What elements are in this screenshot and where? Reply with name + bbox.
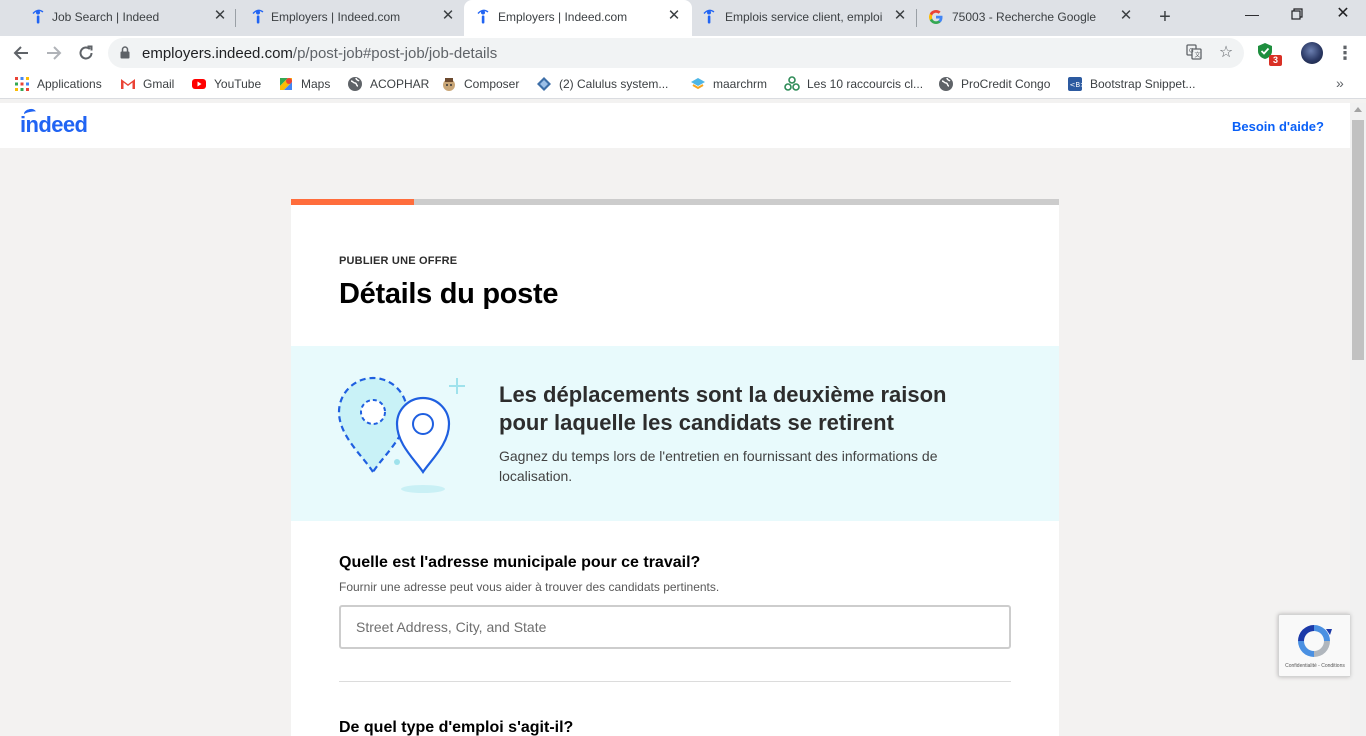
tab-title: Job Search | Indeed — [52, 10, 160, 24]
tab-title: Employers | Indeed.com — [271, 10, 401, 24]
help-link[interactable]: Besoin d'aide? — [1232, 119, 1324, 134]
url-path: /p/post-job#post-job/job-details — [292, 45, 498, 62]
bookmark-label: ProCredit Congo — [961, 77, 1051, 91]
minimize-icon[interactable]: — — [1242, 4, 1262, 24]
section-divider — [339, 681, 1011, 682]
bookmark-maps[interactable]: Maps — [278, 75, 330, 93]
svg-text:<B>: <B> — [1070, 81, 1084, 89]
new-tab-button[interactable]: + — [1154, 7, 1176, 29]
bookmark-acophar[interactable]: ACOPHAR — [347, 75, 429, 93]
close-window-icon[interactable]: ✕ — [1333, 4, 1353, 24]
tab-title: Emplois service client, emploi | — [725, 10, 885, 24]
bookmark-label: ACOPHAR — [370, 77, 430, 91]
bootstrap-icon: <B> — [1068, 77, 1084, 91]
bookmark-label: Gmail — [143, 77, 175, 91]
composer-icon — [443, 78, 455, 91]
banner-heading: Les déplacements sont la deuxième raison… — [499, 382, 947, 435]
indeed-favicon-icon — [477, 9, 489, 24]
bookmark-label: (2) Calulus system... — [559, 77, 669, 91]
recaptcha-badge[interactable]: Confidentialité - Conditions — [1278, 614, 1350, 677]
url-text: employers.indeed.com/p/post-job#post-job… — [142, 45, 497, 62]
profile-avatar[interactable] — [1301, 42, 1323, 64]
google-favicon-icon — [929, 10, 943, 24]
bookmark-applications[interactable]: Applications — [14, 75, 102, 93]
recaptcha-icon — [1298, 625, 1332, 657]
shortcuts-icon — [784, 76, 800, 91]
bookmarks-overflow-icon[interactable]: » — [1336, 75, 1344, 91]
bookmark-procredit[interactable]: ProCredit Congo — [938, 75, 1050, 93]
bookmark-label: YouTube — [214, 77, 262, 91]
bookmark-label: maarchrm — [713, 77, 768, 91]
close-icon[interactable]: ✕ — [440, 8, 456, 24]
indeed-favicon-icon — [703, 9, 715, 24]
bookmark-star-icon[interactable]: ☆ — [1217, 44, 1235, 62]
address-question-hint: Fournir une adresse peut vous aider à tr… — [339, 580, 720, 594]
site-header: indeed Besoin d'aide? — [0, 103, 1350, 148]
reload-icon[interactable] — [74, 41, 98, 65]
close-icon[interactable]: ✕ — [666, 8, 682, 24]
gmail-icon — [121, 79, 135, 89]
apps-grid-icon — [15, 77, 29, 91]
bookmark-maarchrm[interactable]: maarchrm — [690, 75, 767, 93]
bookmark-label: Les 10 raccourcis cl... — [807, 77, 924, 91]
scroll-thumb[interactable] — [1352, 120, 1364, 360]
browser-tab[interactable]: Employers | Indeed.com ✕ — [236, 0, 464, 35]
bookmark-youtube[interactable]: YouTube — [191, 75, 261, 93]
bookmark-label: Maps — [301, 77, 331, 91]
calculus-icon — [537, 77, 551, 91]
restore-icon[interactable] — [1287, 4, 1307, 24]
globe-icon — [939, 77, 953, 91]
extension-badge: 3 — [1269, 55, 1282, 66]
more-menu-icon[interactable]: ⋮ — [1336, 42, 1354, 64]
youtube-icon — [192, 79, 206, 89]
translate-icon[interactable]: G文 — [1185, 44, 1203, 62]
address-question-label: Quelle est l'adresse municipale pour ce … — [339, 554, 701, 571]
bookmark-composer[interactable]: Composer — [441, 75, 519, 93]
svg-text:文: 文 — [1195, 51, 1201, 59]
section-eyebrow: PUBLIER UNE OFFRE — [339, 255, 458, 267]
close-icon[interactable]: ✕ — [212, 8, 228, 24]
bookmark-raccourcis[interactable]: Les 10 raccourcis cl... — [784, 75, 923, 93]
employment-type-question-label: De quel type d'emploi s'agit-il? — [339, 719, 574, 736]
tab-title: Employers | Indeed.com — [498, 10, 628, 24]
browser-tab[interactable]: 75003 - Recherche Google ✕ — [918, 0, 1144, 35]
bookmark-bootstrap[interactable]: <B> Bootstrap Snippet... — [1067, 75, 1195, 93]
tab-title: 75003 - Recherche Google — [952, 10, 1097, 24]
svg-text:G: G — [1189, 48, 1194, 55]
url-domain: employers.indeed.com — [142, 45, 293, 62]
bookmark-label: Applications — [37, 77, 102, 91]
close-icon[interactable]: ✕ — [1118, 8, 1134, 24]
address-bar[interactable]: employers.indeed.com/p/post-job#post-job… — [108, 38, 1244, 68]
bookmark-gmail[interactable]: Gmail — [120, 75, 174, 93]
browser-tab[interactable]: Emplois service client, emploi | ✕ — [692, 0, 918, 35]
scroll-up-arrow-icon[interactable] — [1354, 107, 1362, 112]
browser-tab[interactable]: Job Search | Indeed ✕ — [8, 0, 236, 35]
globe-icon — [348, 77, 362, 91]
tab-strip: Job Search | Indeed ✕ Employers | Indeed… — [0, 0, 1366, 36]
browser-toolbar: employers.indeed.com/p/post-job#post-job… — [0, 36, 1366, 70]
bookmark-label: Bootstrap Snippet... — [1090, 77, 1196, 91]
location-pins-icon — [337, 376, 465, 493]
forward-arrow-icon[interactable] — [42, 41, 66, 65]
street-address-input[interactable] — [339, 605, 1011, 649]
recaptcha-footer[interactable]: Confidentialité - Conditions — [1279, 663, 1351, 669]
job-details-card: PUBLIER UNE OFFRE Détails du poste Les d… — [291, 205, 1059, 736]
maps-icon — [280, 78, 292, 90]
browser-tab-active[interactable]: Employers | Indeed.com ✕ — [464, 0, 692, 36]
tab-separator — [916, 9, 917, 27]
location-tip-banner: Les déplacements sont la deuxième raison… — [291, 346, 1059, 521]
indeed-favicon-icon — [32, 9, 44, 24]
page-title: Détails du poste — [339, 278, 559, 310]
bookmark-label: Composer — [464, 77, 520, 91]
back-arrow-icon[interactable] — [9, 41, 33, 65]
banner-subtext: Gagnez du temps lors de l'entretien en f… — [499, 448, 938, 484]
lock-icon — [120, 46, 130, 59]
bookmarks-bar: Applications Gmail YouTube Maps ACOPHAR … — [0, 70, 1366, 99]
bookmark-calulus[interactable]: (2) Calulus system... — [536, 75, 668, 93]
page-scrollbar[interactable] — [1350, 103, 1366, 736]
close-icon[interactable]: ✕ — [892, 8, 908, 24]
indeed-favicon-icon — [252, 9, 264, 24]
maarch-icon — [691, 78, 705, 90]
indeed-logo[interactable]: indeed — [20, 107, 88, 138]
